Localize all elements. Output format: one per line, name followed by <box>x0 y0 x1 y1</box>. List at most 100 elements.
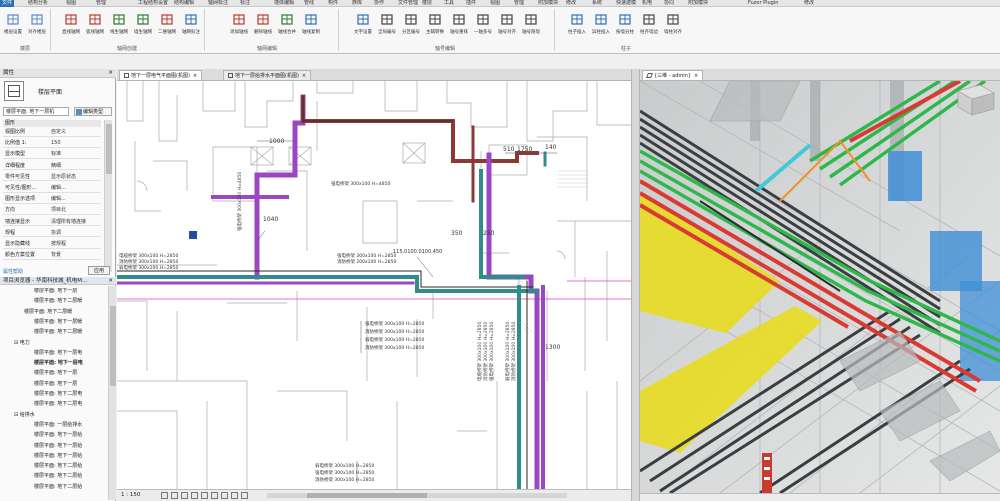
browser-tree-item[interactable]: 楼层平面: 地下二层给 <box>34 463 82 470</box>
tab-19[interactable]: 附加模块 <box>538 0 558 7</box>
browser-tree-item[interactable]: ⊟ 电力 <box>14 340 30 347</box>
tab-3d-view[interactable]: {三维 - admin} × <box>642 70 704 80</box>
property-value[interactable]: 显示原状态 <box>51 173 101 181</box>
tab-25[interactable]: 附加模块 <box>688 0 708 7</box>
close-icon[interactable]: × <box>694 73 698 79</box>
property-value[interactable]: 项目北 <box>51 206 101 214</box>
shadows-icon[interactable] <box>191 492 198 499</box>
lock-icon[interactable] <box>221 492 228 499</box>
property-value[interactable]: 自定义 <box>51 128 101 136</box>
tab-10[interactable]: 构件 <box>328 0 338 7</box>
property-row[interactable]: 比例值 1: 150 <box>3 139 101 148</box>
property-value[interactable]: 编辑... <box>51 195 101 203</box>
property-value[interactable]: 按规程 <box>51 240 101 248</box>
property-row[interactable]: 零件可见性 显示原状态 <box>3 173 101 182</box>
property-row[interactable]: 方向 项目北 <box>3 206 101 215</box>
ribbon-button-19[interactable]: 轴号隐现 <box>520 11 542 41</box>
tab-17[interactable]: 视图 <box>490 0 500 7</box>
tab-1[interactable]: 结构分析 <box>28 0 48 7</box>
ribbon-button-6[interactable]: 二维轴网 <box>156 11 178 41</box>
properties-help-link[interactable]: 属性帮助 <box>3 268 23 275</box>
ribbon-button-9[interactable]: 删除轴线 <box>252 11 274 41</box>
browser-tree-item[interactable]: 楼层平面: 一层给排水 <box>34 422 82 429</box>
ribbon-button-12[interactable]: 文字设置 <box>352 11 374 41</box>
property-row[interactable]: 视图比例 自定义 <box>3 128 101 137</box>
tab-14[interactable]: 楼层 <box>422 0 432 7</box>
tab-0[interactable]: 文件 <box>0 0 15 7</box>
browser-tree-item[interactable]: 楼层平面: 地下二层暖 <box>34 329 82 336</box>
browser-tree-item[interactable]: 楼层平面: 地下二层暖 <box>24 309 72 316</box>
tab-11[interactable]: 族库 <box>352 0 362 7</box>
sun-path-icon[interactable] <box>181 492 188 499</box>
tab-18[interactable]: 管理 <box>514 0 524 7</box>
tab-20[interactable]: 修改 <box>566 0 576 7</box>
ribbon-button-2[interactable]: 直线轴网 <box>60 11 82 41</box>
edit-type-button[interactable]: 编辑类型 <box>74 107 112 116</box>
browser-tree-item[interactable]: 楼层平面: 地下一层给 <box>34 453 82 460</box>
tab-7[interactable]: 标注 <box>240 0 250 7</box>
property-value[interactable]: 150 <box>51 139 101 147</box>
property-value[interactable]: 清理所有墙连接 <box>51 218 101 226</box>
3d-view-canvas[interactable] <box>640 81 1000 493</box>
browser-tree-item[interactable]: 楼层平面: 地下一层给 <box>34 443 82 450</box>
property-row[interactable]: 规程 协调 <box>3 229 101 238</box>
browser-tree-item[interactable]: ⊟ 给排水 <box>14 412 35 419</box>
ribbon-button-5[interactable]: 墙生轴网 <box>132 11 154 41</box>
view-splitter[interactable] <box>631 69 640 501</box>
crop-view-icon[interactable] <box>201 492 208 499</box>
browser-tree-item[interactable]: 楼层平面: 地下一层 <box>34 288 77 295</box>
ribbon-button-1[interactable]: 对齐楼层 <box>26 11 48 41</box>
property-row[interactable]: 颜色方案位置 背景 <box>3 251 101 260</box>
ribbon-button-13[interactable]: 全局编号 <box>376 11 398 41</box>
property-value[interactable]: 标准 <box>51 150 101 158</box>
tray-brown-main[interactable] <box>301 95 455 163</box>
tab-12[interactable]: 协作 <box>374 0 384 7</box>
horizontal-scrollbar[interactable] <box>267 493 567 498</box>
tray-brown-branch[interactable] <box>451 151 539 163</box>
scale-label[interactable]: 1 : 150 <box>121 490 140 501</box>
close-icon[interactable]: ✕ <box>108 277 113 285</box>
ribbon-button-8[interactable]: 添加轴线 <box>228 11 250 41</box>
ribbon-button-3[interactable]: 弧线轴网 <box>84 11 106 41</box>
tab-8[interactable]: 墙体编辑 <box>274 0 294 7</box>
plan-drawing[interactable]: 1000 1750 140 510 1040 350 250 1300 115.… <box>117 81 631 489</box>
hide-isolate-icon[interactable] <box>231 492 238 499</box>
ribbon-button-14[interactable]: 分区编号 <box>400 11 422 41</box>
tab-plan-plumbing[interactable]: 地下一层给排水平面图(机图) × <box>223 70 312 80</box>
close-icon[interactable]: × <box>193 73 197 79</box>
instance-selector[interactable]: 楼层平面: 地下一层机 <box>3 107 69 116</box>
ribbon-button-20[interactable]: 柱子插入 <box>566 11 588 41</box>
mep-3d-model[interactable] <box>640 81 1000 493</box>
property-row[interactable]: 详细程度 精细 <box>3 162 101 171</box>
ribbon-button-21[interactable]: 异柱插入 <box>590 11 612 41</box>
property-value[interactable]: 编辑... <box>51 184 101 192</box>
browser-tree-item[interactable]: 楼层平面: 地下二层给 <box>34 484 82 491</box>
property-row[interactable]: 可见性/图形... 编辑... <box>3 184 101 193</box>
detail-level-icon[interactable] <box>161 492 168 499</box>
ribbon-button-0[interactable]: 楼层设置 <box>2 11 24 41</box>
tab-21[interactable]: 系统 <box>592 0 602 7</box>
ribbon-button-7[interactable]: 轴网标注 <box>180 11 202 41</box>
tab-15[interactable]: 工具 <box>444 0 454 7</box>
tab-plan-electrical[interactable]: 地下一层电气平面图(机图) × <box>119 70 203 80</box>
browser-tree-item[interactable]: 楼层平面: 地下一层电 <box>34 350 82 357</box>
tab-26[interactable]: Fuzor Plugin <box>748 0 778 7</box>
browser-tree-item[interactable]: 楼层平面: 地下一层给 <box>34 432 82 439</box>
browser-tree-item[interactable]: 楼层平面: 地下一层电 <box>34 360 83 367</box>
ribbon-button-10[interactable]: 轴线合并 <box>276 11 298 41</box>
browser-tree-item[interactable]: 楼层平面: 地下二层暖 <box>34 298 82 305</box>
property-value[interactable]: 协调 <box>51 229 101 237</box>
close-icon[interactable]: × <box>302 73 306 79</box>
property-row[interactable]: 图形显示选项 编辑... <box>3 195 101 204</box>
show-crop-icon[interactable] <box>211 492 218 499</box>
browser-tree-item[interactable]: 楼层平面: 地下一层 <box>34 370 77 377</box>
ribbon-button-15[interactable]: 主辅转换 <box>424 11 446 41</box>
tab-9[interactable]: 管线 <box>304 0 314 7</box>
ribbon-button-24[interactable]: 墙柱对齐 <box>662 11 684 41</box>
tray-purple-vertical[interactable] <box>254 94 306 280</box>
tab-2[interactable]: 视图 <box>66 0 76 7</box>
reveal-hidden-icon[interactable] <box>241 492 248 499</box>
ribbon-button-17[interactable]: 一轴多号 <box>472 11 494 41</box>
tab-24[interactable]: 协同 <box>664 0 674 7</box>
browser-tree-item[interactable]: 楼层平面: 地下二层电 <box>34 391 82 398</box>
